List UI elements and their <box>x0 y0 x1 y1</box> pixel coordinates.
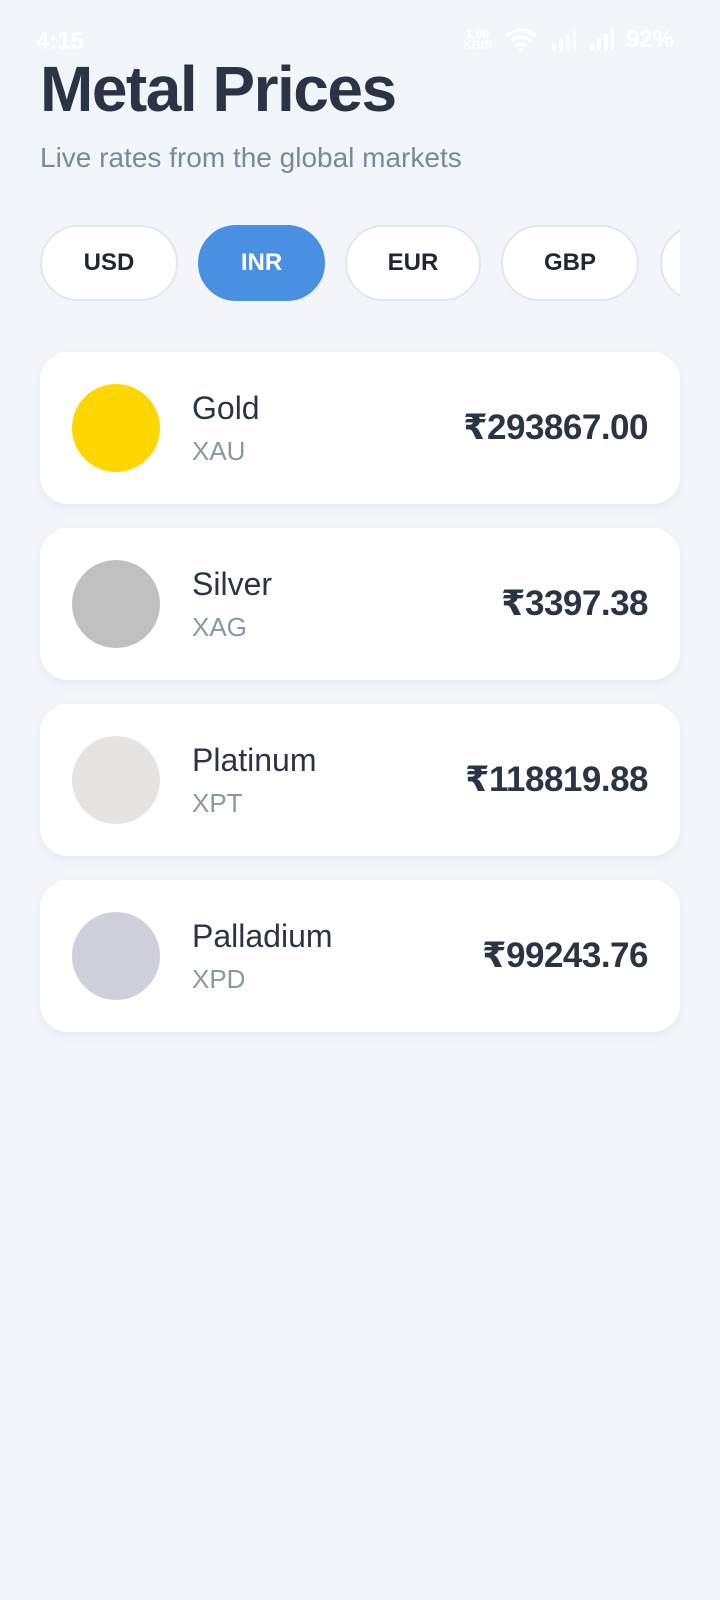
metal-price: ₹99243.76 <box>482 936 648 975</box>
metal-card-palladium[interactable]: Palladium XPD ₹99243.76 <box>40 880 680 1032</box>
metal-name: Platinum <box>192 742 317 778</box>
metal-price: ₹118819.88 <box>465 760 648 799</box>
metal-name: Palladium <box>192 918 333 954</box>
network-speed: 1.00 KB/S <box>463 28 492 52</box>
currency-chip-partial[interactable] <box>660 225 680 301</box>
metal-card-silver[interactable]: Silver XAG ₹3397.38 <box>40 528 680 680</box>
metal-list: Gold XAU ₹293867.00 Silver XAG ₹3397.38 … <box>40 352 680 1056</box>
platinum-color-swatch <box>72 736 160 824</box>
page-title: Metal Prices <box>40 53 397 125</box>
metal-card-platinum[interactable]: Platinum XPT ₹118819.88 <box>40 704 680 856</box>
currency-chip-eur[interactable]: EUR <box>345 225 481 301</box>
metal-symbol: XPT <box>192 788 243 818</box>
currency-selector[interactable]: USD INR EUR GBP <box>40 225 680 305</box>
currency-chip-inr[interactable]: INR <box>198 225 325 301</box>
metal-price: ₹3397.38 <box>501 584 648 623</box>
status-icons: 1.00 KB/S 92% <box>463 26 674 54</box>
wifi-icon <box>504 27 538 53</box>
metal-symbol: XAG <box>192 612 247 642</box>
currency-chip-usd[interactable]: USD <box>40 225 178 301</box>
currency-chip-gbp[interactable]: GBP <box>501 225 639 301</box>
palladium-color-swatch <box>72 912 160 1000</box>
metal-card-gold[interactable]: Gold XAU ₹293867.00 <box>40 352 680 504</box>
gold-color-swatch <box>72 384 160 472</box>
metal-name: Gold <box>192 390 260 426</box>
signal-icon <box>588 28 614 52</box>
metal-symbol: XPD <box>192 964 246 994</box>
silver-color-swatch <box>72 560 160 648</box>
metal-price: ₹293867.00 <box>463 408 648 447</box>
metal-name: Silver <box>192 566 273 602</box>
battery-level: 92% <box>625 26 674 53</box>
page-subtitle: Live rates from the global markets <box>40 142 462 173</box>
metal-symbol: XAU <box>192 436 246 466</box>
network-speed-unit: KB/S <box>463 38 492 52</box>
signal-icon <box>550 28 576 52</box>
